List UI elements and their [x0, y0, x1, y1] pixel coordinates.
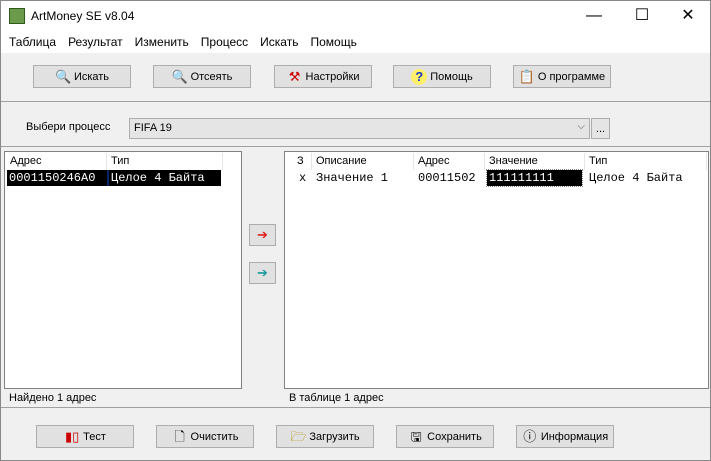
title-bar: ArtMoney SE v8.04 — ☐ ✕ [1, 1, 710, 31]
close-button[interactable]: ✕ [665, 1, 711, 31]
settings-button[interactable]: ⚒ Настройки [274, 65, 372, 88]
process-value: FIFA 19 [134, 122, 172, 134]
freeze-cell[interactable]: x [297, 170, 308, 186]
about-button[interactable]: 📋 О программе [513, 65, 611, 88]
settings-label: Настройки [305, 70, 360, 83]
info-label: Информация [540, 430, 609, 443]
menu-help[interactable]: Помощь [302, 31, 360, 49]
arrow-right-teal-icon: ➔ [257, 265, 268, 280]
search-label: Искать [73, 70, 110, 83]
menu-table[interactable]: Таблица [1, 31, 60, 49]
info-button[interactable]: ⓘ Информация [516, 425, 614, 448]
column-header-type[interactable]: Тип [107, 153, 223, 170]
clear-button[interactable]: 🗋 Очистить [156, 425, 254, 448]
load-label: Загрузить [309, 430, 360, 443]
browse-process-button[interactable]: ... [591, 118, 610, 139]
clear-label: Очистить [190, 430, 239, 443]
question-icon: ? [411, 68, 428, 85]
tools-icon: ⚒ [288, 68, 301, 84]
menu-result[interactable]: Результат [60, 31, 127, 49]
help-button[interactable]: ? Помощь [393, 65, 491, 88]
new-document-icon: 🗋 [174, 428, 185, 444]
description-cell[interactable]: Значение 1 [314, 170, 390, 186]
found-status: Найдено 1 адрес [9, 392, 97, 404]
test-button[interactable]: ▮▯ Тест [36, 425, 134, 448]
menu-edit[interactable]: Изменить [127, 31, 193, 49]
address-cell[interactable]: 0001150246A0 [7, 170, 107, 186]
add-all-to-table-button[interactable]: ➔ [249, 262, 276, 284]
divider [1, 101, 710, 102]
column-header-address[interactable]: Адрес [6, 153, 107, 170]
filter-button[interactable]: 🔍 Отсеять [153, 65, 251, 88]
column-header-freeze[interactable]: З [293, 153, 312, 170]
app-icon [9, 8, 25, 24]
magnifier-icon: 🔍 [54, 68, 72, 84]
add-to-table-button[interactable]: ➔ [249, 224, 276, 246]
magnifier-icon: 🔍 [171, 68, 188, 84]
menu-bar: Таблица Результат Изменить Процесс Искать Пом… [1, 31, 710, 53]
arrow-right-red-icon: ➔ [257, 227, 268, 242]
column-header-type[interactable]: Тип [585, 153, 707, 170]
folder-open-icon: 🗁 [290, 428, 307, 444]
process-label: Выбери процесс [26, 121, 111, 133]
divider [1, 146, 710, 147]
type-cell[interactable]: Целое 4 Байта [107, 170, 221, 186]
floppy-disk-icon: 🖫 [410, 428, 422, 444]
about-label: О программе [537, 70, 606, 83]
chevron-down-icon: ⌵ [577, 121, 585, 132]
maximize-button[interactable]: ☐ [619, 1, 665, 31]
divider [1, 407, 710, 408]
window-title: ArtMoney SE v8.04 [31, 9, 135, 23]
column-header-value[interactable]: Значение [485, 153, 585, 170]
save-label: Сохранить [427, 430, 482, 443]
value-cell[interactable]: 111111111 [486, 169, 583, 187]
info-icon: ⓘ [523, 428, 537, 444]
search-button[interactable]: 🔍 Искать [33, 65, 131, 88]
address-cell[interactable]: 00011502 [416, 170, 478, 186]
type-cell[interactable]: Целое 4 Байта [587, 170, 685, 186]
found-addresses-list[interactable]: Адрес Тип 0001150246A0 Целое 4 Байта [4, 151, 242, 389]
about-icon: 📋 [518, 68, 536, 84]
menu-process[interactable]: Процесс [193, 31, 252, 49]
filter-label: Отсеять [190, 70, 233, 83]
column-header-address[interactable]: Адрес [414, 153, 485, 170]
table-status: В таблице 1 адрес [289, 392, 384, 404]
minimize-button[interactable]: — [571, 1, 617, 31]
menu-search[interactable]: Искать [252, 31, 302, 49]
load-button[interactable]: 🗁 Загрузить [276, 425, 374, 448]
bar-chart-icon: ▮▯ [64, 428, 80, 444]
help-label: Помощь [430, 70, 473, 83]
saved-table-list[interactable]: З Описание Адрес Значение Тип x Значение… [284, 151, 709, 389]
save-button[interactable]: 🖫 Сохранить [396, 425, 494, 448]
process-select[interactable]: FIFA 19 ⌵ [129, 118, 590, 139]
column-header-description[interactable]: Описание [312, 153, 414, 170]
test-label: Тест [83, 430, 106, 443]
